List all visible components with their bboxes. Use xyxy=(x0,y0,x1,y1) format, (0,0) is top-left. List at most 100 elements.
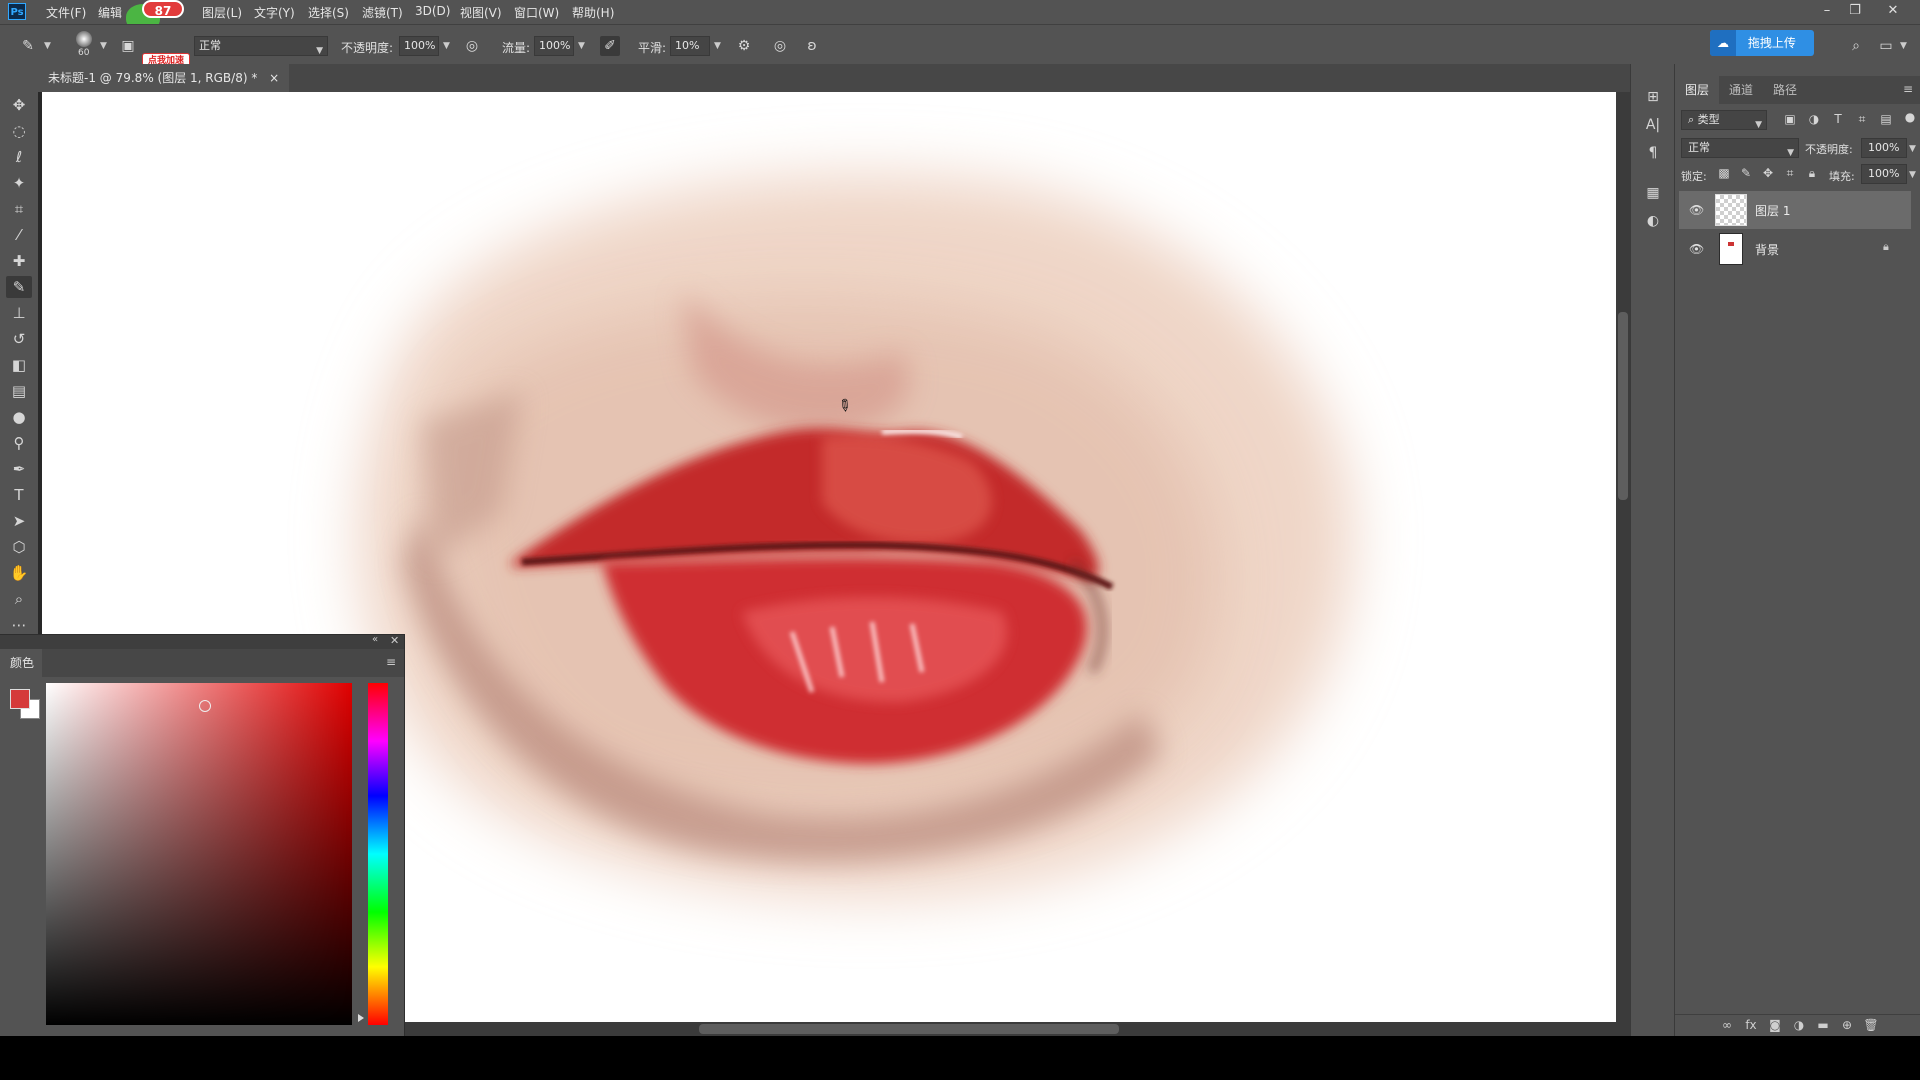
notification-badge[interactable]: 87 xyxy=(142,0,184,18)
color-picker-marker[interactable] xyxy=(199,700,211,712)
panel-menu-icon[interactable]: ≡ xyxy=(1903,82,1913,96)
brush-tip-icon[interactable] xyxy=(76,31,92,47)
brush-panel-icon[interactable]: ▣ xyxy=(118,36,138,56)
layer-row-layer-1[interactable]: 👁︎ 图层 1 xyxy=(1679,191,1911,229)
horizontal-scrollbar[interactable] xyxy=(404,1022,1630,1036)
gradient-icon[interactable]: ▤ xyxy=(6,380,32,402)
collapse-icon[interactable]: « xyxy=(372,634,378,645)
eraser-icon[interactable]: ◧ xyxy=(6,354,32,376)
path-select-icon[interactable]: ➤ xyxy=(6,510,32,532)
blur-icon[interactable]: ● xyxy=(6,406,32,428)
adjustments-icon[interactable]: ▦ xyxy=(1641,182,1665,204)
chevron-down-icon[interactable]: ▼ xyxy=(1909,170,1916,180)
layer-blend-mode-select[interactable]: 正常 ▼ xyxy=(1681,138,1799,158)
visibility-eye-icon[interactable]: 👁︎ xyxy=(1689,242,1704,256)
type-icon[interactable]: T xyxy=(6,484,32,506)
search-icon[interactable]: ⌕ xyxy=(1846,36,1866,56)
magic-wand-icon[interactable]: ✦ xyxy=(6,172,32,194)
new-layer-icon[interactable]: ⊕ xyxy=(1837,1018,1857,1032)
chevron-down-icon[interactable]: ▼ xyxy=(443,41,450,51)
paragraph-icon[interactable]: ¶ xyxy=(1641,142,1665,164)
chevron-down-icon[interactable]: ▼ xyxy=(44,41,51,51)
menu-view[interactable]: 视图(V) xyxy=(460,4,502,21)
tab-color[interactable]: 颜色 xyxy=(0,649,42,677)
chevron-down-icon[interactable]: ▼ xyxy=(1909,144,1916,154)
new-group-icon[interactable]: ▬ xyxy=(1813,1018,1833,1032)
properties-icon[interactable]: ⊞ xyxy=(1641,86,1665,108)
character-icon[interactable]: A| xyxy=(1641,114,1665,136)
smoothing-field[interactable]: 10% xyxy=(670,36,710,56)
menu-help[interactable]: 帮助(H) xyxy=(572,4,614,21)
minimize-icon[interactable]: – xyxy=(1814,2,1840,20)
lock-transparent-icon[interactable]: ▩ xyxy=(1715,166,1733,180)
pressure-size-icon[interactable]: ◎ xyxy=(770,36,790,56)
zoom-icon[interactable]: ⌕ xyxy=(6,588,32,610)
lock-all-icon[interactable]: 🔒︎ xyxy=(1803,166,1821,181)
move-icon[interactable]: ✥ xyxy=(6,94,32,116)
hand-icon[interactable]: ✋ xyxy=(6,562,32,584)
flow-field[interactable]: 100% xyxy=(534,36,574,56)
panel-menu-icon[interactable]: ≡ xyxy=(386,655,396,669)
chevron-down-icon[interactable]: ▼ xyxy=(1900,41,1907,51)
layer-opacity-field[interactable]: 100% xyxy=(1861,138,1907,158)
foreground-color-swatch[interactable] xyxy=(10,689,30,709)
blend-mode-select[interactable]: 正常 ▼ xyxy=(194,36,328,56)
lock-position-icon[interactable]: ✥ xyxy=(1759,166,1777,180)
workspace-icon[interactable]: ▭ xyxy=(1876,36,1896,56)
menu-3d[interactable]: 3D(D) xyxy=(415,4,450,18)
vertical-scrollbar[interactable] xyxy=(1616,92,1630,1022)
layer-row-background[interactable]: 👁︎ 背景 🔒︎ xyxy=(1679,230,1911,268)
marquee-icon[interactable]: ◌ xyxy=(6,120,32,142)
pen-icon[interactable]: ✒ xyxy=(6,458,32,480)
lock-image-icon[interactable]: ✎ xyxy=(1737,166,1755,180)
lock-artboard-icon[interactable]: ⌗ xyxy=(1781,166,1799,181)
chevron-down-icon[interactable]: ▼ xyxy=(100,41,107,51)
opacity-field[interactable]: 100% xyxy=(399,36,439,56)
tab-channels[interactable]: 通道 xyxy=(1719,76,1763,104)
trash-icon[interactable]: 🗑︎ xyxy=(1861,1018,1881,1032)
brush-preset-icon[interactable]: ✎ xyxy=(18,36,38,56)
upload-button[interactable]: ☁ 拖拽上传 xyxy=(1710,30,1814,56)
layer-filter-select[interactable]: ⌕ 类型 ▼ xyxy=(1681,110,1767,130)
shape-icon[interactable]: ⬡ xyxy=(6,536,32,558)
tab-layers[interactable]: 图层 xyxy=(1675,76,1720,104)
eyedropper-icon[interactable]: ⁄ xyxy=(6,224,32,246)
stamp-icon[interactable]: ⊥ xyxy=(6,302,32,324)
adjustment-layer-icon[interactable]: ◑ xyxy=(1789,1018,1809,1032)
filter-pixel-icon[interactable]: ▣ xyxy=(1781,112,1799,126)
crop-icon[interactable]: ⌗ xyxy=(6,198,32,220)
fill-field[interactable]: 100% xyxy=(1861,164,1907,184)
link-layers-icon[interactable]: ∞ xyxy=(1717,1018,1737,1032)
pressure-opacity-icon[interactable]: ◎ xyxy=(462,36,482,56)
filter-toggle-icon[interactable]: ● xyxy=(1901,110,1919,124)
airbrush-icon[interactable]: ✐ xyxy=(600,36,620,56)
close-window-icon[interactable]: ✕ xyxy=(1880,2,1906,20)
menu-filter[interactable]: 滤镜(T) xyxy=(362,4,403,21)
history-brush-icon[interactable]: ↺ xyxy=(6,328,32,350)
filter-type-icon[interactable]: T xyxy=(1829,112,1847,126)
styles-icon[interactable]: ◐ xyxy=(1641,210,1665,232)
hue-slider[interactable] xyxy=(368,683,388,1025)
visibility-eye-icon[interactable]: 👁︎ xyxy=(1689,203,1704,217)
brush-icon[interactable]: ✎ xyxy=(6,276,32,298)
close-tab-icon[interactable]: × xyxy=(269,71,279,85)
menu-file[interactable]: 文件(F) xyxy=(46,4,86,21)
fx-icon[interactable]: fx xyxy=(1741,1018,1761,1032)
vertical-scroll-thumb[interactable] xyxy=(1618,312,1628,500)
document-tab[interactable]: 未标题-1 @ 79.8% (图层 1, RGB/8) * × xyxy=(38,64,290,92)
chevron-down-icon[interactable]: ▼ xyxy=(578,41,585,51)
healing-icon[interactable]: ✚ xyxy=(6,250,32,272)
horizontal-scroll-thumb[interactable] xyxy=(699,1024,1119,1034)
gear-icon[interactable]: ⚙ xyxy=(734,36,754,56)
restore-icon[interactable]: ❐ xyxy=(1842,2,1868,20)
symmetry-icon[interactable]: ʚ xyxy=(802,36,822,56)
more-icon[interactable]: ⋯ xyxy=(6,614,32,636)
lasso-icon[interactable]: ℓ xyxy=(6,146,32,168)
add-mask-icon[interactable]: ◙ xyxy=(1765,1018,1785,1032)
dodge-icon[interactable]: ⚲ xyxy=(6,432,32,454)
hue-slider-handle[interactable] xyxy=(358,1014,364,1022)
menu-window[interactable]: 窗口(W) xyxy=(514,4,559,21)
chevron-down-icon[interactable]: ▼ xyxy=(714,41,721,51)
close-icon[interactable]: ✕ xyxy=(390,634,399,647)
menu-layer[interactable]: 图层(L) xyxy=(202,4,242,21)
